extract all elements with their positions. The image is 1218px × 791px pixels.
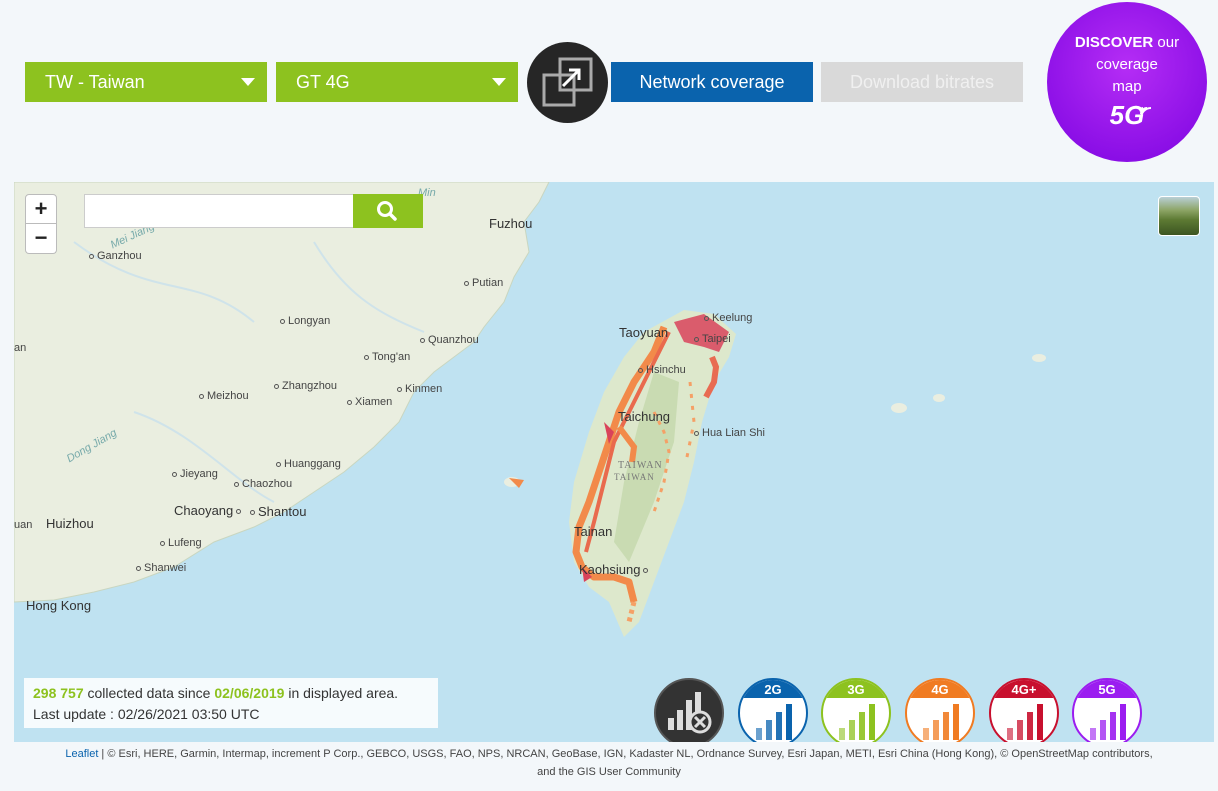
country-select-value: TW - Taiwan [45, 72, 145, 92]
tech-filter-3g[interactable]: 3G [821, 678, 891, 742]
place-label: Hua Lian Shi [694, 427, 765, 439]
discover-line2: coverage [1096, 56, 1158, 73]
leaflet-link[interactable]: Leaflet [65, 748, 98, 760]
taiwan-region-label: TAIWAN [618, 460, 663, 471]
signal-bars-icon [1007, 704, 1043, 740]
signal-bars-icon [839, 704, 875, 740]
search-input[interactable] [84, 194, 354, 228]
place-label: Chaoyang [174, 503, 244, 518]
signal-off-icon [668, 692, 712, 734]
place-label: Shantou [250, 504, 306, 519]
tech-label: 2G [740, 680, 806, 698]
country-select[interactable]: TW - Taiwan [25, 62, 267, 102]
fullscreen-button[interactable] [527, 42, 608, 123]
tech-label: 4G+ [991, 680, 1057, 698]
place-label: Longyan [280, 315, 330, 327]
place-label: Keelung [704, 312, 752, 324]
place-label: uan [14, 519, 33, 531]
discover-5g-map-button[interactable]: DISCOVER our coverage map 5G [1047, 2, 1207, 162]
magnifier-icon [377, 201, 397, 221]
tech-label: 4G [907, 680, 973, 698]
place-label: Huanggang [276, 458, 341, 470]
last-update: Last update : 02/26/2021 03:50 UTC [33, 706, 260, 722]
chevron-down-icon [241, 78, 255, 86]
tech-filter-off[interactable] [654, 678, 724, 742]
since-date: 02/06/2019 [214, 685, 285, 701]
tech-filter-4g-plus[interactable]: 4G+ [989, 678, 1059, 742]
map-attribution: Leaflet | © Esri, HERE, Garmin, Intermap… [0, 745, 1218, 781]
expand-arrow-icon [542, 57, 593, 107]
place-label: Jieyang [172, 468, 218, 480]
place-label: Taipei [694, 333, 731, 345]
place-label: Fuzhou [489, 216, 533, 231]
place-label: Xiamen [347, 396, 392, 408]
discover-line1: DISCOVER our [1074, 34, 1180, 51]
network-select[interactable]: GT 4G [276, 62, 518, 102]
zoom-out-button[interactable]: − [25, 224, 57, 254]
chevron-down-icon [492, 78, 506, 86]
signal-bars-icon [1090, 704, 1126, 740]
signal-bars-icon [756, 704, 792, 740]
download-bitrates-button[interactable]: Download bitrates [821, 62, 1023, 102]
place-label: Chaozhou [234, 478, 292, 490]
place-label: Taoyuan [619, 325, 669, 340]
tech-filter-5g[interactable]: 5G [1072, 678, 1142, 742]
place-label: Tong'an [364, 351, 410, 363]
wifi-waves-icon [1139, 107, 1151, 119]
place-label: Kinmen [397, 383, 442, 395]
discover-line3: map [1112, 78, 1142, 95]
place-label: Ganzhou [89, 250, 142, 262]
place-label: Kaohsiung [579, 562, 651, 577]
map-basemap [14, 182, 1046, 637]
place-label: an [14, 342, 27, 354]
stats-line: 298 757 collected data since 02/06/2019 … [33, 685, 399, 701]
tech-filter-4g[interactable]: 4G [905, 678, 975, 742]
tech-label: 5G [1074, 680, 1140, 698]
place-label: Shanwei [136, 562, 186, 574]
network-coverage-button[interactable]: Network coverage [611, 62, 813, 102]
place-label: Taichung [618, 409, 671, 424]
taiwan-region-sublabel: TAIWAN [614, 472, 655, 482]
place-label: Hong Kong [26, 598, 92, 613]
place-label: Tainan [574, 524, 613, 539]
network-select-value: GT 4G [296, 72, 350, 92]
zoom-in-button[interactable]: + [25, 194, 57, 224]
attribution-line2: and the GIS User Community [537, 766, 681, 778]
basemap-toggle-button[interactable] [1158, 196, 1200, 236]
coverage-map[interactable]: Fuzhou Ganzhou Putian Longyan Quanzhou T… [14, 182, 1214, 742]
tech-filter-2g[interactable]: 2G [738, 678, 808, 742]
signal-bars-icon [923, 704, 959, 740]
place-label: Hsinchu [638, 364, 686, 376]
place-label: Quanzhou [420, 334, 479, 346]
attribution-line1: Leaflet | © Esri, HERE, Garmin, Intermap… [65, 748, 1153, 760]
place-label: Zhangzhou [274, 380, 337, 392]
place-label: Putian [464, 277, 503, 289]
data-count: 298 757 [33, 685, 84, 701]
search-button[interactable] [353, 194, 423, 228]
tech-label: 3G [823, 680, 889, 698]
place-label: Huizhou [46, 516, 94, 531]
5g-badge: 5G [1110, 102, 1151, 128]
place-label: Meizhou [199, 390, 249, 402]
stats-info-box: 298 757 collected data since 02/06/2019 … [24, 678, 438, 728]
place-label: Lufeng [160, 537, 202, 549]
